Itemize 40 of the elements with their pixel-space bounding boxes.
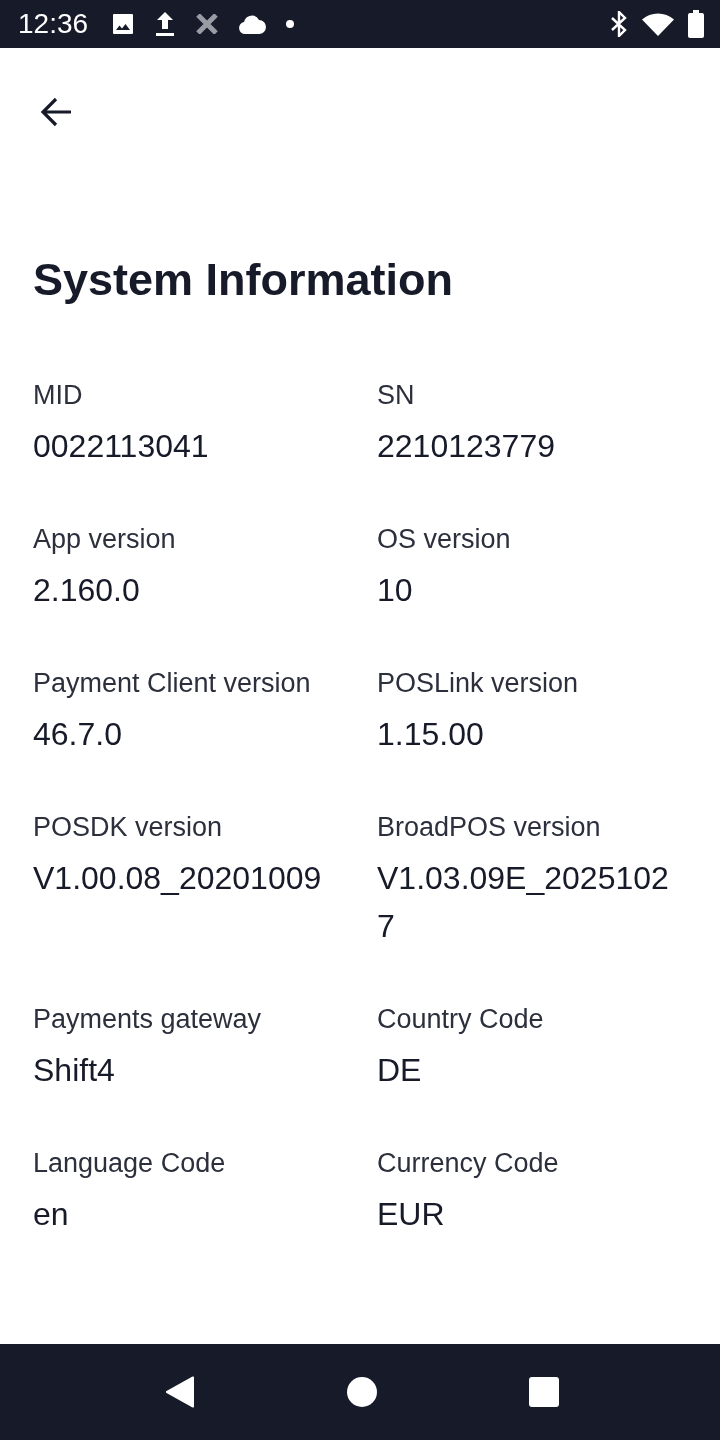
info-label: POSDK version — [33, 811, 223, 844]
info-label: POSLink version — [377, 667, 579, 700]
info-label: Payments gateway — [33, 1003, 262, 1036]
nav-back-button[interactable] — [165, 1376, 195, 1408]
status-time: 12:36 — [18, 8, 89, 40]
info-label: SN — [377, 379, 415, 412]
info-value: V1.03.09E_20251027 — [377, 859, 670, 946]
info-value: 46.7.0 — [33, 715, 122, 754]
recents-square-icon — [529, 1377, 559, 1407]
info-value: 2.160.0 — [33, 571, 140, 610]
info-label: OS version — [377, 523, 511, 556]
info-label: Language Code — [33, 1147, 226, 1180]
home-circle-icon — [347, 1377, 377, 1407]
nav-home-button[interactable] — [347, 1377, 377, 1407]
info-label: BroadPOS version — [377, 811, 601, 844]
info-value: DE — [377, 1051, 422, 1090]
battery-icon — [688, 10, 704, 38]
info-value: 1.15.00 — [377, 715, 484, 754]
page-title: System Information — [33, 254, 455, 306]
dot-icon — [286, 20, 295, 28]
info-label: Country Code — [377, 1003, 544, 1036]
back-triangle-icon — [165, 1376, 195, 1408]
image-icon — [112, 13, 135, 35]
info-label: Currency Code — [377, 1147, 559, 1180]
info-value: en — [33, 1195, 69, 1234]
info-label: Payment Client version — [33, 667, 311, 700]
back-arrow-icon — [40, 97, 72, 127]
x-mark-icon — [196, 14, 219, 34]
cloud-icon — [238, 14, 267, 34]
info-value: 0022113041 — [33, 427, 209, 466]
info-value: V1.00.08_20201009 — [33, 859, 322, 898]
bluetooth-icon — [610, 11, 628, 37]
info-value: 10 — [377, 571, 413, 610]
wifi-icon — [642, 12, 674, 36]
info-label: MID — [33, 379, 83, 412]
info-value: Shift4 — [33, 1051, 115, 1090]
info-value: 2210123779 — [377, 427, 555, 466]
info-value: EUR — [377, 1195, 445, 1234]
upload-icon — [154, 12, 177, 36]
info-label: App version — [33, 523, 176, 556]
